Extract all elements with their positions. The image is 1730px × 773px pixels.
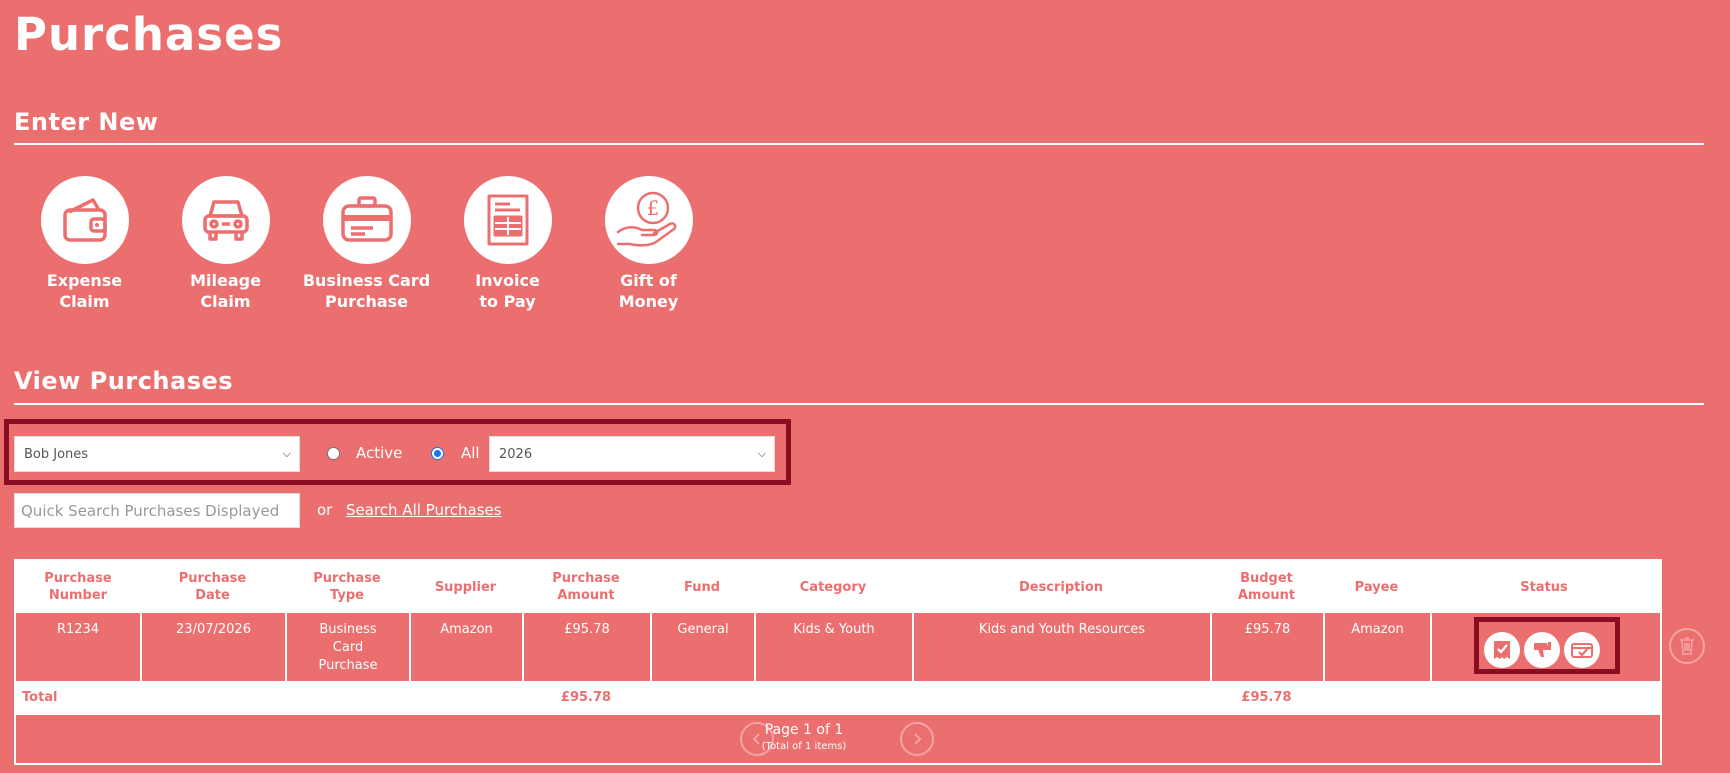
radio-all[interactable] (431, 447, 444, 460)
expense-claim-tile[interactable]: Expense Claim (14, 176, 155, 312)
page-indicator: Page 1 of 1 (Total of 1 items) (756, 721, 852, 754)
person-select-value: Bob Jones (24, 446, 89, 462)
cell-purchase-amount: £95.78 (524, 613, 652, 681)
thumbs-down-flag-icon[interactable] (1524, 632, 1560, 668)
invoice-label-2: to Pay (479, 292, 536, 311)
mileage-claim-label-1: Mileage (190, 271, 261, 290)
chevron-right-icon (914, 733, 922, 745)
cell-budget-amount: £95.78 (1212, 613, 1325, 681)
cell-purchase-date: 23/07/2026 (142, 613, 287, 681)
header-budget-amount[interactable]: Budget Amount (1210, 561, 1323, 613)
mileage-claim-label-2: Claim (200, 292, 251, 311)
wallet-icon (40, 176, 129, 264)
cell-description: Kids and Youth Resources (914, 613, 1212, 681)
header-payee[interactable]: Payee (1323, 561, 1430, 613)
header-category[interactable]: Category (754, 561, 912, 613)
gift-of-money-label-2: Money (618, 292, 679, 311)
expense-claim-label-1: Expense (46, 271, 123, 290)
next-page-button[interactable] (900, 722, 934, 756)
business-card-purchase-tile[interactable]: Business Card Purchase (296, 176, 437, 312)
radio-active[interactable] (327, 447, 340, 460)
enter-new-tiles: Expense Claim Mileage Claim Business Card P… (14, 176, 719, 312)
cell-fund: General (652, 613, 756, 681)
header-description[interactable]: Description (912, 561, 1210, 613)
business-card-label-2: Purchase (324, 292, 409, 311)
total-budget-amount: £95.78 (1241, 690, 1292, 705)
header-purchase-date[interactable]: Purchase Date (140, 561, 285, 613)
expense-claim-label-2: Claim (59, 292, 110, 311)
delete-row-button[interactable] (1669, 628, 1705, 664)
enter-new-divider (14, 143, 1704, 145)
business-card-icon (322, 176, 411, 264)
page-title: Purchases (14, 8, 284, 61)
trash-icon (1680, 637, 1694, 655)
enter-new-heading: Enter New (14, 108, 159, 136)
cell-payee: Amazon (1325, 613, 1432, 681)
header-purchase-amount[interactable]: Purchase Amount (522, 561, 650, 613)
gift-of-money-label-1: Gift of (620, 271, 677, 290)
search-all-purchases-link[interactable]: Search All Purchases (346, 501, 502, 519)
table-row[interactable]: R1234 23/07/2026 Business Card Purchase Am… (16, 613, 1660, 681)
invoice-label-1: Invoice (475, 271, 540, 290)
chevron-down-icon: ⌵ (757, 447, 766, 460)
year-select[interactable]: 2026 ⌵ (489, 436, 775, 472)
business-card-label-1: Business Card (302, 271, 431, 290)
card-approved-icon[interactable] (1564, 632, 1600, 668)
cell-purchase-type: Business Card Purchase (287, 613, 411, 681)
view-purchases-divider (14, 403, 1704, 405)
quick-search-input[interactable]: Quick Search Purchases Displayed (14, 493, 300, 528)
table-total-row: Total £95.78 £95.78 (16, 681, 1660, 715)
header-purchase-number[interactable]: Purchase Number (16, 561, 140, 613)
chevron-down-icon: ⌵ (282, 447, 291, 460)
status-icons-highlight (1474, 617, 1620, 674)
header-purchase-type[interactable]: Purchase Type (285, 561, 409, 613)
invoice-icon (463, 176, 552, 264)
pagination: Page 1 of 1 (Total of 1 items) (16, 715, 1660, 763)
radio-all-label: All (461, 444, 480, 462)
radio-active-label: Active (356, 444, 403, 462)
header-supplier[interactable]: Supplier (409, 561, 522, 613)
page-text: Page 1 of 1 (764, 722, 844, 738)
cell-category: Kids & Youth (756, 613, 914, 681)
or-text: or (317, 501, 333, 519)
receipt-approved-icon[interactable] (1484, 632, 1520, 668)
view-purchases-heading: View Purchases (14, 367, 234, 395)
table-header: Purchase Number Purchase Date Purchase Type… (16, 561, 1660, 613)
total-label: Total (22, 690, 58, 705)
person-select[interactable]: Bob Jones ⌵ (14, 436, 300, 472)
car-icon (181, 176, 270, 264)
gift-of-money-tile[interactable]: £ Gift of Money (578, 176, 719, 312)
cell-purchase-number: R1234 (16, 613, 142, 681)
total-purchase-amount: £95.78 (560, 690, 612, 705)
cell-supplier: Amazon (411, 613, 524, 681)
purchases-table: Purchase Number Purchase Date Purchase Type… (14, 559, 1662, 765)
year-select-value: 2026 (499, 446, 533, 462)
svg-text:£: £ (646, 196, 659, 220)
header-fund[interactable]: Fund (650, 561, 754, 613)
header-status[interactable]: Status (1430, 561, 1658, 613)
mileage-claim-tile[interactable]: Mileage Claim (155, 176, 296, 312)
total-items-text: (Total of 1 items) (761, 741, 847, 752)
gift-money-icon: £ (604, 176, 693, 264)
invoice-to-pay-tile[interactable]: Invoice to Pay (437, 176, 578, 312)
